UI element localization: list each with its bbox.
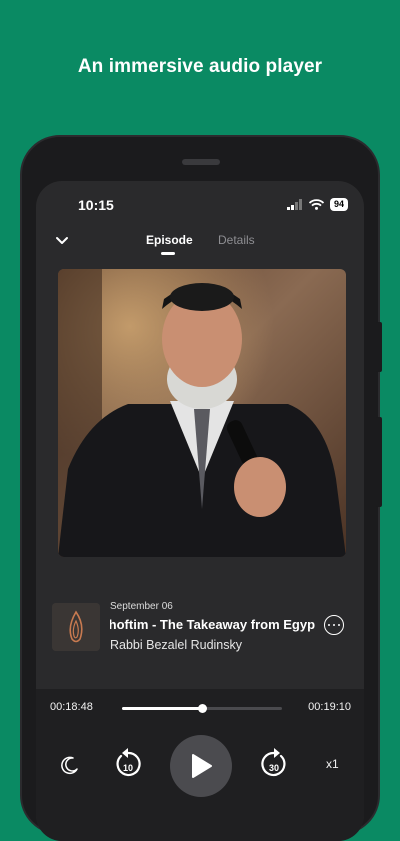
status-bar: 10:15 94 — [36, 181, 364, 221]
rewind-icon: 10 — [116, 748, 141, 777]
more-options-button[interactable] — [324, 615, 344, 635]
moon-icon[interactable] — [60, 755, 80, 775]
episode-artwork — [58, 269, 346, 557]
forward-seconds: 30 — [269, 763, 279, 773]
tab-details[interactable]: Details — [218, 233, 255, 247]
episode-date: September 06 — [110, 601, 173, 612]
current-time: 00:18:48 — [50, 701, 93, 713]
podcast-thumbnail[interactable] — [52, 603, 100, 651]
forward-icon: 30 — [261, 748, 286, 777]
wifi-icon — [308, 199, 324, 210]
episode-title-text: Shoftim - The Takeaway from Egypt — [110, 617, 315, 632]
app-screen: 10:15 94 Episode Details September 06 Sh… — [36, 181, 364, 841]
phone-speaker — [182, 159, 220, 165]
play-icon — [192, 754, 212, 778]
more-dot — [337, 624, 340, 626]
playback-speed-button[interactable]: x1 — [326, 757, 339, 771]
phone-volume-button — [376, 322, 382, 372]
phone-power-button — [376, 417, 382, 507]
progress-fill — [122, 707, 202, 710]
play-button[interactable] — [170, 735, 232, 797]
rewind-seconds: 10 — [123, 763, 133, 773]
status-time: 10:15 — [78, 197, 114, 213]
more-dot — [328, 624, 331, 626]
status-icons: 94 — [286, 198, 348, 211]
forward-button[interactable]: 30 — [258, 747, 290, 781]
more-dot — [333, 624, 335, 626]
player-nav: Episode Details — [36, 231, 364, 261]
rewind-button[interactable]: 10 — [112, 747, 144, 781]
progress-slider[interactable] — [122, 704, 282, 713]
promo-headline: An immersive audio player — [77, 56, 323, 77]
battery-indicator: 94 — [329, 198, 348, 211]
phone-frame: 10:15 94 Episode Details September 06 Sh… — [20, 135, 382, 841]
episode-author[interactable]: Rabbi Bezalel Rudinsky — [110, 638, 242, 652]
player-controls: 00:18:48 00:19:10 10 30 x1 — [36, 689, 364, 841]
chevron-down-icon[interactable] — [52, 231, 72, 251]
progress-knob[interactable] — [197, 704, 207, 713]
episode-title: Shoftim - The Takeaway from Egypt — [110, 617, 315, 632]
signal-icon — [286, 199, 302, 210]
episode-info: September 06 Shoftim - The Takeaway from… — [36, 601, 364, 661]
active-tab-indicator — [161, 252, 175, 255]
tab-episode[interactable]: Episode — [146, 233, 193, 247]
total-time: 00:19:10 — [308, 701, 351, 713]
